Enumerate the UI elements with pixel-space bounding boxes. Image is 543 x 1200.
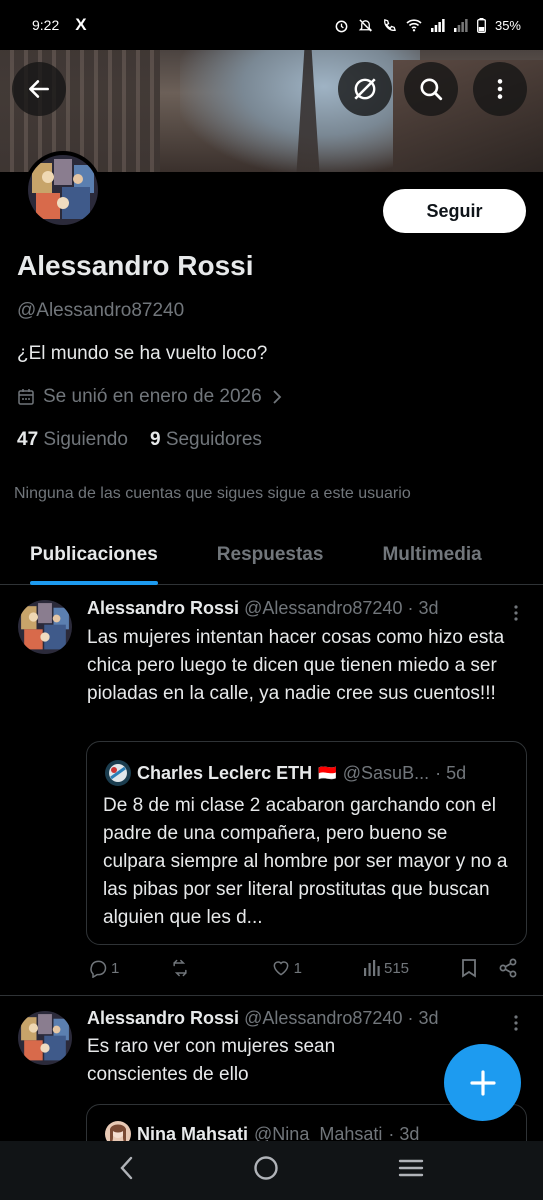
- like-button[interactable]: 1: [271, 958, 363, 978]
- joined-date[interactable]: Se unió en enero de 2026: [17, 386, 284, 408]
- chevron-right-icon: [273, 390, 281, 404]
- system-nav-bar: [0, 1141, 543, 1200]
- followers-count: 9: [149, 429, 161, 450]
- plus-icon: [469, 1069, 496, 1096]
- quoted-author-name: Charles Leclerc ETH: [137, 762, 313, 783]
- post[interactable]: Alessandro Rossi @Alessandro87240 · 3d L…: [0, 586, 543, 996]
- post-header: Alessandro Rossi @Alessandro87240 · 3d: [87, 598, 438, 619]
- follow-button[interactable]: Seguir: [383, 189, 526, 233]
- share-button[interactable]: [498, 958, 518, 978]
- following-label: Siguiendo: [43, 429, 128, 450]
- views-bar-icon: [364, 960, 380, 976]
- share-icon: [499, 958, 517, 978]
- flag-indonesia-icon: 🇮🇩: [318, 765, 337, 782]
- following-count: 47: [17, 429, 39, 450]
- search-button[interactable]: [404, 62, 458, 116]
- quoted-time: · 5d: [435, 762, 467, 783]
- nav-home-button[interactable]: [252, 1154, 280, 1187]
- home-circle-icon: [254, 1156, 279, 1180]
- arrow-left-icon: [29, 80, 49, 98]
- followers-label: Seguidores: [165, 429, 262, 450]
- quoted-post-header: Charles Leclerc ETH 🇮🇩 @SasuB... · 5d: [105, 760, 466, 786]
- calendar-icon: [18, 389, 34, 405]
- quoted-post[interactable]: Charles Leclerc ETH 🇮🇩 @SasuB... · 5d De…: [86, 741, 527, 945]
- post-author-handle: @Alessandro87240 · 3d: [244, 598, 439, 618]
- profile-bio: ¿El mundo se ha vuelto loco?: [17, 343, 268, 364]
- heart-icon: [273, 961, 289, 976]
- mute-bell-icon: [358, 18, 373, 32]
- menu-lines-icon: [398, 1159, 424, 1177]
- bookmark-button[interactable]: [460, 958, 498, 978]
- more-options-button[interactable]: [473, 62, 527, 116]
- reply-count: 1: [111, 959, 120, 977]
- reply-icon: [90, 960, 107, 978]
- post-more-icon[interactable]: [513, 604, 519, 622]
- post-avatar[interactable]: [18, 1011, 72, 1065]
- avatar-image: [18, 600, 72, 654]
- repost-button[interactable]: [169, 958, 270, 978]
- battery-icon: [477, 17, 486, 33]
- post-author-handle: @Alessandro87240 · 3d: [244, 1008, 439, 1028]
- avatar-image: [18, 1011, 72, 1065]
- status-time: 9:22: [32, 17, 60, 33]
- profile-name: Alessandro Rossi: [17, 250, 254, 281]
- tab-multimedia[interactable]: Multimedia: [382, 525, 481, 585]
- post-header: Alessandro Rossi @Alessandro87240 · 3d: [87, 1008, 438, 1029]
- repost-icon: [173, 959, 187, 977]
- compose-post-button[interactable]: [444, 1044, 521, 1121]
- more-vertical-icon: [497, 79, 503, 99]
- bookmark-icon: [462, 959, 477, 978]
- views-button[interactable]: 515: [363, 959, 460, 977]
- quoted-author-handle: @SasuB...: [342, 762, 430, 783]
- post-more-icon[interactable]: [513, 1014, 519, 1032]
- nav-back-button[interactable]: [118, 1155, 136, 1186]
- avatar-image: [28, 155, 98, 225]
- alarm-icon: [335, 20, 348, 32]
- post-actions: 1 1 515: [88, 958, 518, 978]
- joined-text: Se unió en enero de 2026: [43, 386, 262, 407]
- nav-recents-button[interactable]: [397, 1157, 425, 1184]
- follow-stats: 47 Siguiendo 9 Seguidores: [17, 429, 262, 451]
- quoted-avatar: [105, 760, 131, 786]
- post-author-name[interactable]: Alessandro Rossi: [87, 598, 239, 618]
- quoted-author-name: Nina Mahsati: [137, 1123, 249, 1142]
- status-icons: 35%: [334, 17, 521, 33]
- quoted-author-handle: @Nina_Mahsati: [254, 1123, 383, 1142]
- quoted-text: De 8 de mi clase 2 acabaron garchando co…: [103, 795, 508, 928]
- post-avatar[interactable]: [18, 600, 72, 654]
- grok-button[interactable]: [338, 62, 392, 116]
- chevron-left-icon: [120, 1156, 133, 1180]
- quoted-post-header: Nina Mahsati @Nina_Mahsati · 3d: [105, 1121, 419, 1141]
- reply-button[interactable]: 1: [88, 958, 169, 978]
- following-link[interactable]: 47 Siguiendo: [17, 429, 128, 451]
- x-app-icon: X: [75, 15, 87, 34]
- quoted-time: · 3d: [388, 1123, 420, 1142]
- profile-banner: [0, 50, 543, 172]
- grok-icon: [354, 78, 376, 100]
- post-text: Las mujeres intentan hacer cosas como hi…: [87, 627, 505, 704]
- mutuals-note: Ninguna de las cuentas que sigues sigue …: [14, 485, 411, 502]
- quoted-avatar: [105, 1121, 131, 1141]
- profile-avatar[interactable]: [24, 151, 102, 229]
- tab-publicaciones[interactable]: Publicaciones: [30, 525, 158, 585]
- tab-respuestas[interactable]: Respuestas: [217, 525, 324, 585]
- post-author-name[interactable]: Alessandro Rossi: [87, 1008, 239, 1028]
- back-button[interactable]: [12, 62, 66, 116]
- wifi-icon: [406, 19, 422, 32]
- battery-level: 35%: [494, 17, 521, 33]
- call-icon: [384, 18, 396, 31]
- followers-link[interactable]: 9 Seguidores: [150, 429, 262, 451]
- search-icon: [420, 78, 443, 101]
- view-count: 515: [384, 959, 410, 977]
- like-count: 1: [293, 959, 303, 977]
- profile-tabs: Publicaciones Respuestas Multimedia: [0, 525, 543, 585]
- post-text: Es raro ver con mujeres sean conscientes…: [87, 1036, 336, 1085]
- profile-handle: @Alessandro87240: [17, 300, 185, 321]
- status-bar: 9:22 X 35%: [0, 0, 543, 50]
- signal-icon: [430, 18, 445, 32]
- signal-2-icon: [453, 18, 468, 32]
